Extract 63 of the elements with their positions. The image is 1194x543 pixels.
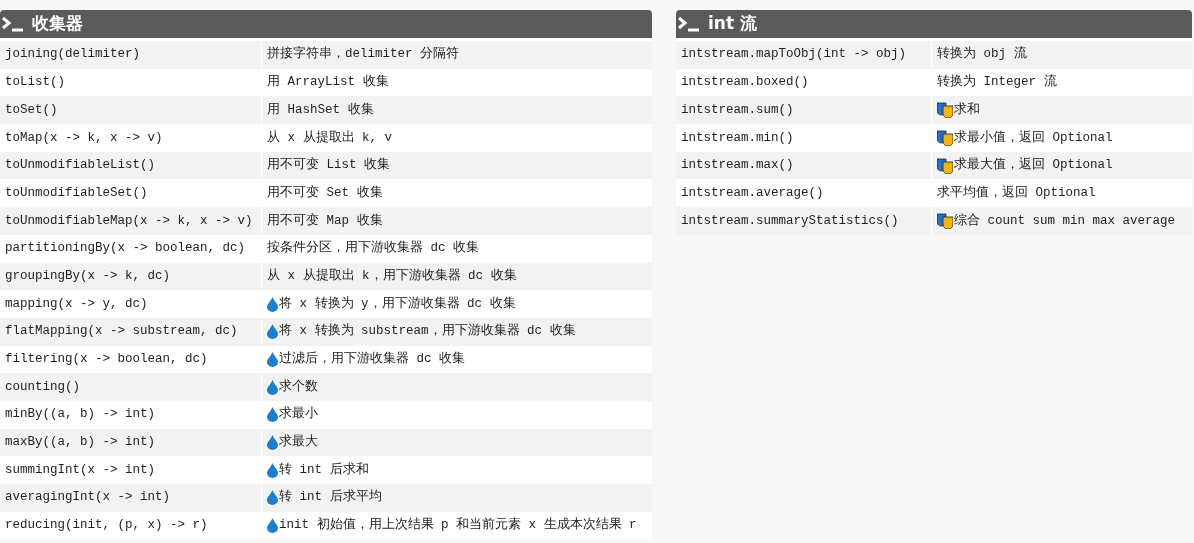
description-cell: 用不可变 List 收集: [267, 156, 390, 175]
description-cell-text: 从 x 从提取出 k, v: [267, 129, 392, 147]
method-cell-text: intstream.min(): [681, 129, 794, 147]
method-cell-text: intstream.summaryStatistics(): [681, 212, 899, 230]
terminal-prompt-icon: [678, 16, 700, 32]
water-drop-icon: [267, 518, 278, 534]
description-cell-text: 转 int 后求和: [279, 461, 369, 479]
method-cell-text: filtering(x -> boolean, dc): [5, 351, 208, 369]
method-cell-text: maxBy((a, b) -> int): [5, 434, 156, 452]
method-cell-text: toMap(x -> k, x -> v): [5, 129, 163, 147]
description-cell-text: 求和: [954, 101, 980, 119]
terminal-prompt-icon: [2, 16, 24, 32]
method-cell-text: summingInt(x -> int): [5, 461, 156, 479]
description-cell-text: 求最小: [279, 405, 318, 424]
description-cell-text: 用 HashSet 收集: [267, 101, 374, 119]
method-cell-text: partitioningBy(x -> boolean, dc): [5, 240, 246, 258]
water-drop-icon: [267, 351, 278, 367]
description-cell-text: 从 x 从提取出 k，用下游收集器 dc 收集: [267, 267, 517, 285]
description-cell-text: 综合 count sum min max average: [954, 212, 1176, 230]
description-cell: 求最大值，返回 Optional: [954, 156, 1113, 175]
description-cell-text: 转换为 obj 流: [937, 45, 1027, 64]
description-cell-text: 按条件分区，用下游收集器 dc 收集: [267, 239, 479, 258]
description-cell-text: 用不可变 Map 收集: [267, 212, 383, 230]
description-cell-text: 用不可变 Set 收集: [267, 184, 383, 202]
method-cell-text: intstream.mapToObj(int -> obj): [681, 46, 907, 64]
water-drop-icon: [267, 434, 278, 450]
description-cell-text: 拼接字符串，delimiter 分隔符: [267, 45, 459, 64]
description-cell: 过滤后，用下游收集器 dc 收集: [279, 350, 465, 369]
water-drop-icon: [267, 407, 278, 423]
method-cell-text: intstream.sum(): [681, 101, 794, 119]
water-drop-icon: [267, 324, 278, 340]
water-drop-icon: [267, 296, 278, 312]
method-cell-text: toUnmodifiableSet(): [5, 184, 148, 202]
description-cell-text: 将 x 转换为 y，用下游收集器 dc 收集: [279, 295, 516, 313]
water-drop-icon: [267, 379, 278, 395]
method-cell-text: toUnmodifiableList(): [5, 157, 156, 175]
method-cell-text: intstream.average(): [681, 184, 824, 202]
method-cell-text: toUnmodifiableMap(x -> k, x -> v): [5, 212, 253, 230]
method-cell-text: toSet(): [5, 101, 58, 119]
method-cell-text: flatMapping(x -> substream, dc): [5, 323, 238, 341]
method-cell-text: averagingInt(x -> int): [5, 489, 171, 507]
method-cell-text: intstream.max(): [681, 157, 794, 175]
method-cell-text: intstream.boxed(): [681, 74, 809, 92]
description-cell: init 初始值，用上次结果 p 和当前元素 x 生成本次结果 r: [279, 516, 637, 535]
water-drop-icon: [267, 462, 278, 478]
method-cell-text: toList(): [5, 74, 65, 92]
description-cell-text: 求最小值，返回 Optional: [954, 129, 1113, 147]
method-cell-text: minBy((a, b) -> int): [5, 406, 156, 424]
method-cell-text: joining(delimiter): [5, 46, 141, 64]
method-cell-text: reducing(init, (p, x) -> r): [5, 517, 208, 535]
description-cell: 转换为 Integer 流: [937, 73, 1057, 92]
table-title: int 流: [708, 12, 757, 36]
method-cell-text: counting(): [5, 378, 80, 396]
description-cell: 求最大: [279, 433, 318, 452]
method-cell-text: mapping(x -> y, dc): [5, 295, 148, 313]
water-drop-icon: [267, 490, 278, 506]
method-cell-text: groupingBy(x -> k, dc): [5, 267, 171, 285]
description-cell-text: 求个数: [279, 378, 318, 396]
description-cell-text: 求平均值，返回 Optional: [937, 184, 1096, 202]
description-cell: 用 ArrayList 收集: [267, 73, 389, 92]
description-cell-text: 将 x 转换为 substream，用下游收集器 dc 收集: [279, 322, 576, 341]
description-cell-text: 转 int 后求平均: [279, 488, 382, 507]
table-title: 收集器: [32, 12, 83, 36]
